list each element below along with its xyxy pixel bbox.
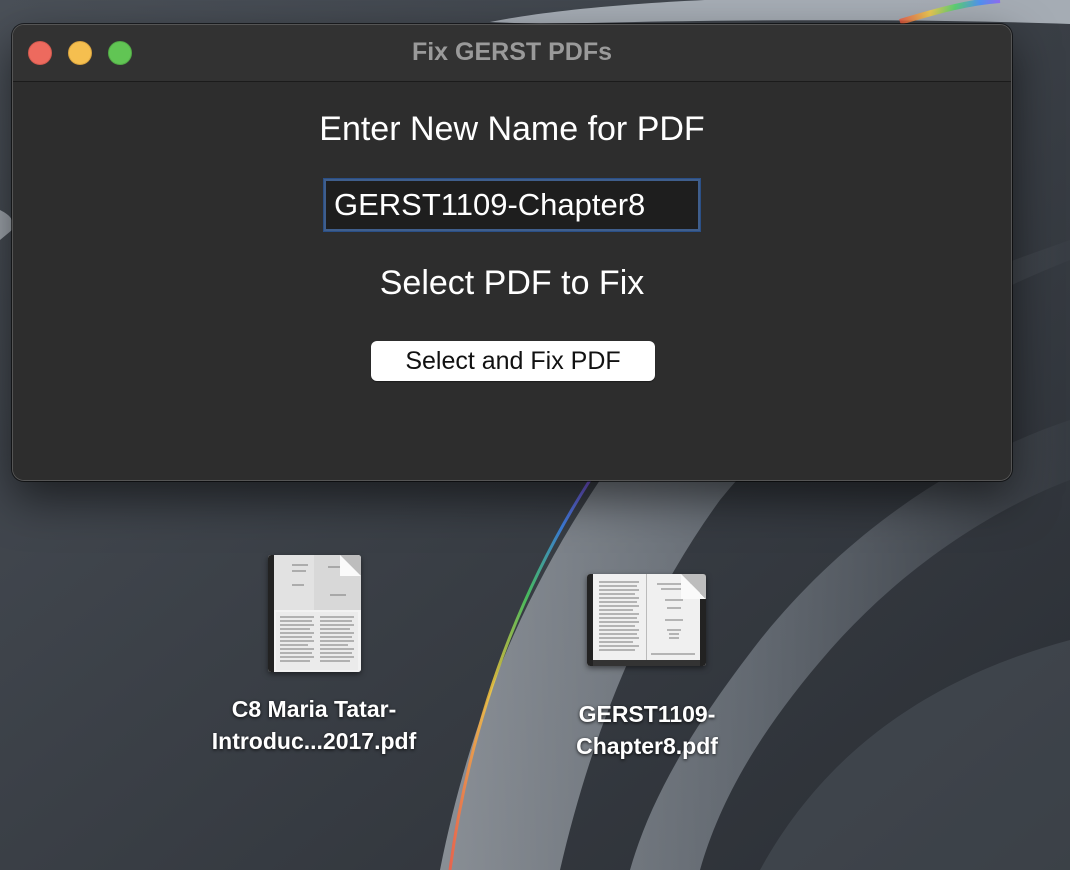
select-pdf-heading: Select PDF to Fix bbox=[379, 264, 645, 302]
pdf-document-icon bbox=[268, 555, 361, 672]
file-name-line1: C8 Maria Tatar- bbox=[231, 696, 397, 722]
file-name-line2: Chapter8.pdf bbox=[576, 733, 718, 759]
window-content: Enter New Name for PDF Select PDF to Fix… bbox=[13, 82, 1011, 480]
pdf-thumbnail bbox=[587, 574, 706, 666]
pdf-thumbnail bbox=[268, 555, 361, 672]
file-name-line2: Introduc...2017.pdf bbox=[211, 728, 417, 754]
pdf-document-icon bbox=[587, 574, 706, 666]
desktop-file-item[interactable]: GERST1109- Chapter8.pdf bbox=[517, 572, 777, 772]
desktop-background: Fix GERST PDFs Enter New Name for PDF Se… bbox=[0, 0, 1070, 870]
title-bar[interactable]: Fix GERST PDFs bbox=[13, 25, 1011, 82]
file-name-line1: GERST1109- bbox=[578, 701, 716, 727]
select-and-fix-pdf-button[interactable]: Select and Fix PDF bbox=[371, 341, 655, 381]
window-title: Fix GERST PDFs bbox=[411, 38, 613, 66]
desktop-file-item[interactable]: C8 Maria Tatar- Introduc...2017.pdf bbox=[184, 552, 444, 762]
new-name-heading: Enter New Name for PDF bbox=[319, 110, 705, 148]
new-name-input[interactable] bbox=[324, 179, 700, 231]
app-window: Fix GERST PDFs Enter New Name for PDF Se… bbox=[12, 24, 1012, 481]
